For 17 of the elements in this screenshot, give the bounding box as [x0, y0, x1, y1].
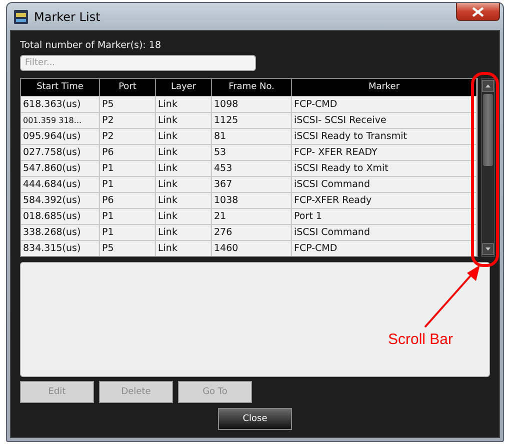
marker-count: Total number of Marker(s): 18 [20, 39, 162, 52]
table-cell: 834.315(us) [21, 241, 100, 256]
annotation-label: Scroll Bar [388, 331, 454, 348]
scroll-down-icon[interactable] [482, 243, 494, 255]
table-cell: 1460 [212, 241, 292, 256]
app-icon [14, 10, 28, 24]
table-cell: FCP-CMD [292, 241, 477, 256]
close-button[interactable]: Close [218, 408, 292, 430]
table-cell: Link [156, 241, 212, 256]
scroll-up-icon[interactable] [482, 80, 494, 92]
window-title: Marker List [34, 10, 100, 24]
scroll-thumb[interactable] [483, 94, 493, 166]
filter-field[interactable]: Filter... [20, 55, 256, 71]
annotation-arrow [423, 263, 483, 329]
close-icon[interactable] [456, 3, 500, 21]
table-cell: P5 [100, 241, 156, 256]
scroll-bar[interactable] [481, 78, 495, 257]
